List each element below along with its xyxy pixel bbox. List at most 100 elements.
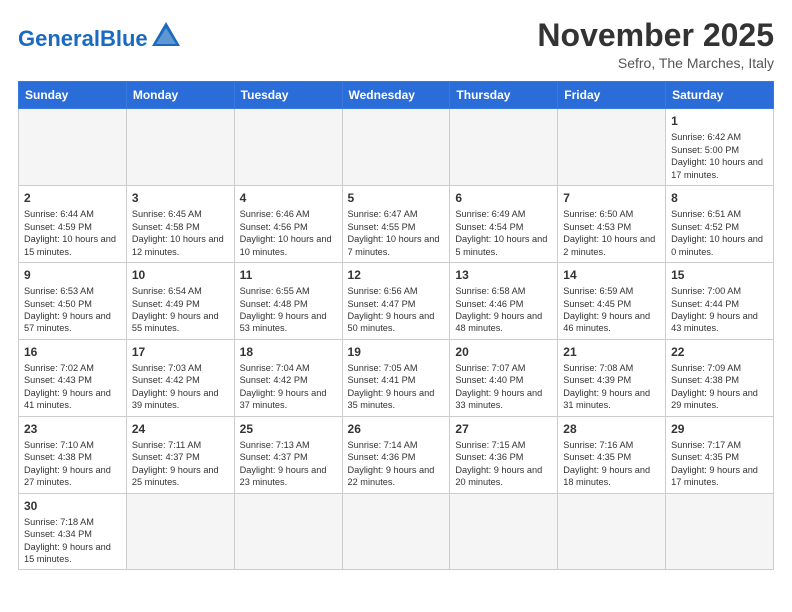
day-number: 3 [132, 190, 229, 206]
day-info: Sunrise: 6:55 AM Sunset: 4:48 PM Dayligh… [240, 285, 337, 335]
header: GeneralBlue November 2025 Sefro, The Mar… [18, 18, 774, 71]
day-number: 9 [24, 267, 121, 283]
calendar-cell: 4 Sunrise: 6:46 AM Sunset: 4:56 PM Daylig… [234, 186, 342, 263]
day-number: 23 [24, 421, 121, 437]
day-info: Sunrise: 6:46 AM Sunset: 4:56 PM Dayligh… [240, 208, 337, 258]
calendar-cell: 12Sunrise: 6:56 AM Sunset: 4:47 PM Dayli… [342, 262, 450, 339]
day-info: Sunrise: 6:45 AM Sunset: 4:58 PM Dayligh… [132, 208, 229, 258]
calendar-week-row: 1Sunrise: 6:42 AM Sunset: 5:00 PM Daylig… [19, 109, 774, 186]
calendar-cell: 6Sunrise: 6:49 AM Sunset: 4:54 PM Daylig… [450, 186, 558, 263]
day-info: Sunrise: 7:02 AM Sunset: 4:43 PM Dayligh… [24, 362, 121, 412]
calendar-header-tuesday: Tuesday [234, 82, 342, 109]
day-info: Sunrise: 7:04 AM Sunset: 4:42 PM Dayligh… [240, 362, 337, 412]
calendar-week-row: 16 Sunrise: 7:02 AM Sunset: 4:43 PM Dayli… [19, 339, 774, 416]
calendar-cell: 21 Sunrise: 7:08 AM Sunset: 4:39 PM Dayli… [558, 339, 666, 416]
calendar-cell: 8 Sunrise: 6:51 AM Sunset: 4:52 PM Daylig… [666, 186, 774, 263]
day-info: Sunrise: 7:07 AM Sunset: 4:40 PM Dayligh… [455, 362, 552, 412]
calendar-cell: 17Sunrise: 7:03 AM Sunset: 4:42 PM Dayli… [126, 339, 234, 416]
day-info: Sunrise: 6:50 AM Sunset: 4:53 PM Dayligh… [563, 208, 660, 258]
calendar-header-wednesday: Wednesday [342, 82, 450, 109]
calendar-header-row: SundayMondayTuesdayWednesdayThursdayFrid… [19, 82, 774, 109]
calendar-cell [342, 109, 450, 186]
day-number: 6 [455, 190, 552, 206]
day-info: Sunrise: 7:09 AM Sunset: 4:38 PM Dayligh… [671, 362, 768, 412]
day-number: 28 [563, 421, 660, 437]
calendar-cell [234, 109, 342, 186]
logo-icon [150, 20, 182, 50]
day-number: 2 [24, 190, 121, 206]
day-info: Sunrise: 7:15 AM Sunset: 4:36 PM Dayligh… [455, 439, 552, 489]
calendar-cell: 22 Sunrise: 7:09 AM Sunset: 4:38 PM Dayli… [666, 339, 774, 416]
day-number: 5 [348, 190, 445, 206]
calendar-cell [126, 109, 234, 186]
calendar-header-sunday: Sunday [19, 82, 127, 109]
day-number: 26 [348, 421, 445, 437]
calendar-cell: 24 Sunrise: 7:11 AM Sunset: 4:37 PM Dayli… [126, 416, 234, 493]
day-number: 4 [240, 190, 337, 206]
calendar-header-friday: Friday [558, 82, 666, 109]
day-number: 17 [132, 344, 229, 360]
logo: GeneralBlue [18, 18, 182, 50]
calendar-week-row: 9 Sunrise: 6:53 AM Sunset: 4:50 PM Daylig… [19, 262, 774, 339]
calendar-cell: 25 Sunrise: 7:13 AM Sunset: 4:37 PM Dayli… [234, 416, 342, 493]
calendar-cell [126, 493, 234, 570]
day-number: 19 [348, 344, 445, 360]
day-info: Sunrise: 7:11 AM Sunset: 4:37 PM Dayligh… [132, 439, 229, 489]
calendar-header-monday: Monday [126, 82, 234, 109]
day-info: Sunrise: 6:47 AM Sunset: 4:55 PM Dayligh… [348, 208, 445, 258]
calendar-cell [450, 493, 558, 570]
logo-general: General [18, 26, 100, 51]
day-number: 30 [24, 498, 121, 514]
day-number: 12 [348, 267, 445, 283]
calendar-cell [450, 109, 558, 186]
day-number: 22 [671, 344, 768, 360]
day-number: 29 [671, 421, 768, 437]
calendar-cell: 16 Sunrise: 7:02 AM Sunset: 4:43 PM Dayli… [19, 339, 127, 416]
day-info: Sunrise: 7:08 AM Sunset: 4:39 PM Dayligh… [563, 362, 660, 412]
day-number: 16 [24, 344, 121, 360]
day-number: 1 [671, 113, 768, 129]
calendar-cell: 3 Sunrise: 6:45 AM Sunset: 4:58 PM Daylig… [126, 186, 234, 263]
day-number: 21 [563, 344, 660, 360]
calendar-cell: 9 Sunrise: 6:53 AM Sunset: 4:50 PM Daylig… [19, 262, 127, 339]
calendar-cell: 13Sunrise: 6:58 AM Sunset: 4:46 PM Dayli… [450, 262, 558, 339]
calendar-cell: 19Sunrise: 7:05 AM Sunset: 4:41 PM Dayli… [342, 339, 450, 416]
day-info: Sunrise: 6:54 AM Sunset: 4:49 PM Dayligh… [132, 285, 229, 335]
calendar-cell: 18 Sunrise: 7:04 AM Sunset: 4:42 PM Dayli… [234, 339, 342, 416]
calendar-cell: 29Sunrise: 7:17 AM Sunset: 4:35 PM Dayli… [666, 416, 774, 493]
calendar-cell [558, 109, 666, 186]
calendar-week-row: 2Sunrise: 6:44 AM Sunset: 4:59 PM Daylig… [19, 186, 774, 263]
logo-blue: Blue [100, 26, 148, 51]
location: Sefro, The Marches, Italy [537, 55, 774, 71]
day-info: Sunrise: 6:58 AM Sunset: 4:46 PM Dayligh… [455, 285, 552, 335]
day-info: Sunrise: 7:00 AM Sunset: 4:44 PM Dayligh… [671, 285, 768, 335]
day-info: Sunrise: 7:13 AM Sunset: 4:37 PM Dayligh… [240, 439, 337, 489]
calendar-cell: 30 Sunrise: 7:18 AM Sunset: 4:34 PM Dayli… [19, 493, 127, 570]
day-number: 24 [132, 421, 229, 437]
day-number: 7 [563, 190, 660, 206]
day-number: 25 [240, 421, 337, 437]
calendar-cell: 20 Sunrise: 7:07 AM Sunset: 4:40 PM Dayli… [450, 339, 558, 416]
calendar-cell: 14Sunrise: 6:59 AM Sunset: 4:45 PM Dayli… [558, 262, 666, 339]
calendar-cell: 1Sunrise: 6:42 AM Sunset: 5:00 PM Daylig… [666, 109, 774, 186]
day-info: Sunrise: 6:59 AM Sunset: 4:45 PM Dayligh… [563, 285, 660, 335]
calendar-cell: 26Sunrise: 7:14 AM Sunset: 4:36 PM Dayli… [342, 416, 450, 493]
day-number: 8 [671, 190, 768, 206]
calendar-week-row: 30 Sunrise: 7:18 AM Sunset: 4:34 PM Dayli… [19, 493, 774, 570]
calendar-cell: 10Sunrise: 6:54 AM Sunset: 4:49 PM Dayli… [126, 262, 234, 339]
day-info: Sunrise: 6:51 AM Sunset: 4:52 PM Dayligh… [671, 208, 768, 258]
day-info: Sunrise: 6:53 AM Sunset: 4:50 PM Dayligh… [24, 285, 121, 335]
day-info: Sunrise: 7:16 AM Sunset: 4:35 PM Dayligh… [563, 439, 660, 489]
calendar-header-thursday: Thursday [450, 82, 558, 109]
calendar-header-saturday: Saturday [666, 82, 774, 109]
day-number: 18 [240, 344, 337, 360]
calendar-cell: 5 Sunrise: 6:47 AM Sunset: 4:55 PM Daylig… [342, 186, 450, 263]
calendar-cell [666, 493, 774, 570]
title-area: November 2025 Sefro, The Marches, Italy [537, 18, 774, 71]
calendar-cell: 28 Sunrise: 7:16 AM Sunset: 4:35 PM Dayli… [558, 416, 666, 493]
day-number: 20 [455, 344, 552, 360]
calendar-cell [558, 493, 666, 570]
calendar-table: SundayMondayTuesdayWednesdayThursdayFrid… [18, 81, 774, 570]
page: GeneralBlue November 2025 Sefro, The Mar… [0, 0, 792, 580]
day-info: Sunrise: 7:18 AM Sunset: 4:34 PM Dayligh… [24, 516, 121, 566]
